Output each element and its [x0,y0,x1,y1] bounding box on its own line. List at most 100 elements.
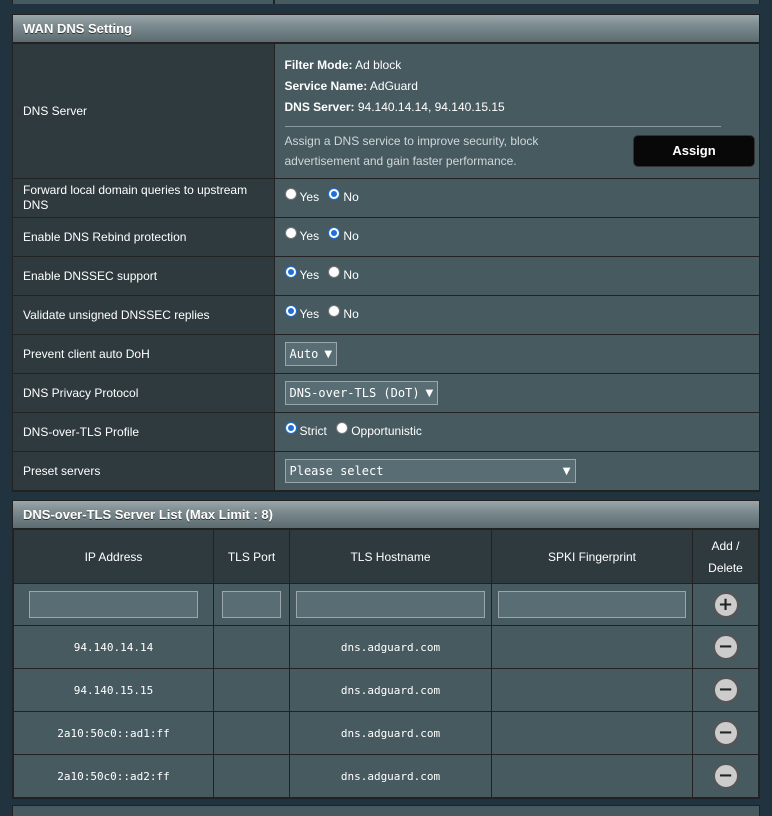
radio-on-icon [284,422,297,434]
validate-unsigned-row: Validate unsigned DNSSEC replies Yes No [13,295,759,335]
entry-ip: 94.140.14.14 [13,625,214,669]
header-host: TLS Hostname [289,529,492,584]
prevent-doh-label: Prevent client auto DoH [13,334,275,374]
entry-port [213,668,290,712]
entry-spki [491,668,693,712]
chevron-down-icon: ▼ [425,387,434,399]
profile-opportunistic-radio[interactable]: Opportunistic [336,422,422,438]
section-title: WAN DNS Setting [13,15,759,43]
radio-on-icon [284,266,297,278]
entry-port [213,711,290,755]
table-row: 94.140.15.15 dns.adguard.com − [13,668,759,712]
header-add-text: Add / [711,538,740,553]
next-section-strip [12,805,760,816]
spki-input[interactable] [498,591,686,618]
radio-off-icon [336,422,349,434]
dns-server-line: DNS Server: 94.140.14.14, 94.140.15.15 [285,97,750,118]
dot-profile-row: DNS-over-TLS Profile Strict Opportunisti… [13,412,759,452]
dnssec-no-radio[interactable]: No [328,266,359,282]
hostname-input[interactable] [296,591,485,618]
radio-off-icon [328,305,341,317]
page-background: WAN DNS Setting DNS Server Filter Mode: … [0,0,772,816]
delete-icon[interactable]: − [712,634,739,660]
service-name-label: Service Name: [284,78,368,93]
select-value: Auto [289,347,319,361]
radio-off-icon [284,188,297,200]
forward-local-yes-radio[interactable]: Yes [284,188,320,204]
forward-local-no-radio[interactable]: No [328,188,359,204]
ip-input[interactable] [29,591,198,618]
dnssec-row: Enable DNSSEC support Yes No [13,256,759,296]
radio-label: No [343,190,359,204]
wan-dns-section: WAN DNS Setting DNS Server Filter Mode: … [12,14,760,492]
dnssec-label: Enable DNSSEC support [13,256,275,296]
entry-host: dns.adguard.com [289,711,492,755]
validate-no-radio[interactable]: No [328,305,359,321]
port-input[interactable] [222,591,281,618]
radio-off-icon [284,227,297,239]
header-add-delete: Add / Delete [692,529,759,584]
rebind-row: Enable DNS Rebind protection Yes No [13,217,759,257]
profile-strict-radio[interactable]: Strict [284,422,327,438]
radio-label: No [343,268,359,282]
radio-label: Yes [299,229,320,243]
entry-spki [491,754,693,798]
entry-host: dns.adguard.com [289,625,492,669]
select-value: Please select [289,464,384,478]
dns-server-label-inline: DNS Server: [284,99,355,114]
privacy-protocol-label: DNS Privacy Protocol [13,373,275,413]
validate-unsigned-label: Validate unsigned DNSSEC replies [13,295,275,335]
divider [284,125,721,127]
filter-mode-value: Ad block [355,57,402,72]
entry-ip: 94.140.15.15 [13,668,214,712]
radio-off-icon [328,266,341,278]
preset-servers-label: Preset servers [13,451,275,491]
service-name-value: AdGuard [369,78,418,93]
add-icon[interactable]: + [712,591,739,618]
delete-icon[interactable]: − [712,720,739,746]
prevent-doh-select[interactable]: Auto ▼ [284,342,338,366]
radio-label: Yes [299,190,320,204]
select-value: DNS-over-TLS (DoT) [289,386,420,400]
privacy-protocol-row: DNS Privacy Protocol DNS-over-TLS (DoT) ▼ [13,373,759,413]
section-title: DNS-over-TLS Server List (Max Limit : 8) [13,501,759,529]
previous-section-strip [12,0,760,4]
delete-icon[interactable]: − [712,763,739,789]
validate-yes-radio[interactable]: Yes [284,305,320,321]
dns-server-label: DNS Server [13,43,275,179]
table-row: 2a10:50c0::ad1:ff dns.adguard.com − [13,711,759,755]
service-name-line: Service Name: AdGuard [285,76,750,97]
filter-mode-line: Filter Mode: Ad block [285,55,750,76]
table-row: 2a10:50c0::ad2:ff dns.adguard.com − [13,754,759,798]
forward-local-row: Forward local domain queries to upstream… [13,178,759,218]
radio-on-icon [328,188,341,200]
privacy-protocol-select[interactable]: DNS-over-TLS (DoT) ▼ [284,381,439,405]
rebind-label: Enable DNS Rebind protection [13,217,275,257]
entry-spki [491,711,693,755]
header-spki: SPKI Fingerprint [491,529,693,584]
entry-port [213,625,290,669]
entry-ip: 2a10:50c0::ad1:ff [13,711,214,755]
rebind-no-radio[interactable]: No [328,227,359,243]
rebind-yes-radio[interactable]: Yes [284,227,320,243]
preset-servers-row: Preset servers Please select ▼ [13,451,759,491]
chevron-down-icon: ▼ [324,348,333,360]
dns-server-value: 94.140.14.14, 94.140.15.15 [357,99,505,114]
entry-spki [491,625,693,669]
assign-button[interactable]: Assign [633,134,755,167]
radio-on-icon [284,305,297,317]
delete-icon[interactable]: − [712,677,739,703]
table-row: 94.140.14.14 dns.adguard.com − [13,625,759,669]
preset-servers-select[interactable]: Please select ▼ [284,459,576,483]
dns-server-row: DNS Server Filter Mode: Ad block Service… [13,43,759,179]
radio-on-icon [328,227,341,239]
radio-label: Yes [299,268,320,282]
dnssec-yes-radio[interactable]: Yes [284,266,320,282]
radio-label: No [343,307,359,321]
assign-description: Assign a DNS service to improve security… [284,133,539,168]
header-ip: IP Address [13,529,214,584]
radio-label: Yes [299,307,320,321]
prevent-doh-row: Prevent client auto DoH Auto ▼ [13,334,759,374]
radio-label: Opportunistic [351,424,422,438]
entry-port [213,754,290,798]
